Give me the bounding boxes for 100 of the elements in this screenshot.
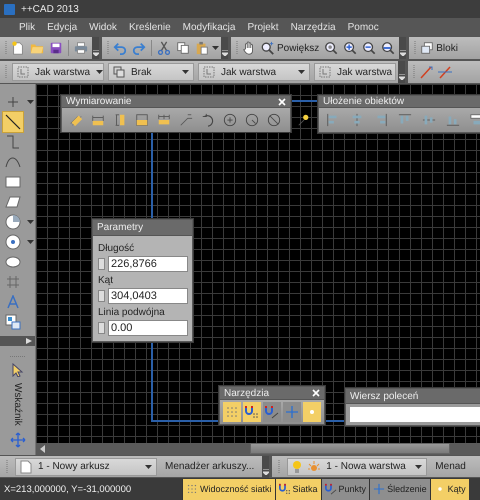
angles-toggle-button[interactable] xyxy=(303,402,321,422)
caret-icon xyxy=(400,50,406,56)
parallelogram-icon xyxy=(5,195,21,209)
copy-icon xyxy=(176,41,190,55)
layer-dropdown[interactable]: 1 - Nowa warstwa xyxy=(287,458,428,476)
line-tool-button[interactable] xyxy=(2,111,24,133)
caret-icon xyxy=(415,464,422,468)
snap-toggle-button[interactable] xyxy=(243,402,261,422)
drawing-area[interactable]: Wymiarowanie Ułożenie obiektów Parametry Długość 226,8766 Kąt 304,0403 Linia podwójna 0.00 Narzędzia Wiersz poleceń xyxy=(36,84,480,443)
dropdown-value: 1 - Nowy arkusz xyxy=(38,461,111,472)
scroll-thumb[interactable] xyxy=(250,443,450,454)
layer-icon xyxy=(319,66,331,78)
tracking-toggle-button[interactable] xyxy=(283,402,301,422)
menu-item[interactable]: Plik xyxy=(19,22,36,32)
grip-icon xyxy=(413,64,416,80)
caret-icon xyxy=(398,74,404,80)
menu-item[interactable]: Kreślenie xyxy=(128,22,171,32)
layer-manager-button[interactable]: Menad xyxy=(433,456,468,476)
overflow-button[interactable] xyxy=(221,37,228,59)
pointer-tab[interactable]: Wskaźnik xyxy=(12,383,23,426)
caret-icon xyxy=(145,464,152,468)
grip-icon xyxy=(414,40,418,56)
dot-grid-icon xyxy=(186,483,198,495)
blocks-icon xyxy=(420,41,434,55)
layer-icon xyxy=(203,66,215,78)
move-arrows-icon xyxy=(10,432,26,448)
menu-item[interactable]: Modyfikacja xyxy=(182,22,236,32)
zoom-out-icon xyxy=(362,41,376,55)
dropdown-field[interactable]: Jak warstwa xyxy=(314,63,396,81)
grip-icon xyxy=(236,40,239,56)
status-toggle[interactable]: Kąty xyxy=(430,478,469,500)
layer-icon xyxy=(17,66,29,78)
sheet-dropdown[interactable]: 1 - Nowy arkusz xyxy=(15,458,157,476)
menu-item[interactable]: Projekt xyxy=(247,22,279,32)
blocks-button[interactable]: Bloki xyxy=(418,38,460,58)
sheet-manager-button[interactable]: Menadżer arkuszy... xyxy=(163,456,256,476)
points-toggle-button[interactable] xyxy=(263,402,281,422)
panel-title: Wymiarowanie xyxy=(66,96,132,107)
menu-item[interactable]: Narzędzia xyxy=(290,22,336,32)
caret-icon xyxy=(92,50,98,56)
field-label: Linia podwójna xyxy=(98,307,166,318)
distribute-icon xyxy=(470,113,480,127)
magnifier-icon xyxy=(381,41,396,55)
grid-toggle-button[interactable] xyxy=(223,402,241,422)
stacked-squares-icon xyxy=(113,66,125,78)
grip-icon xyxy=(107,40,110,56)
left-arrow-icon xyxy=(40,445,45,453)
app-icon xyxy=(4,4,15,14)
checkbox[interactable] xyxy=(98,322,105,334)
grip-icon xyxy=(5,40,8,56)
leader-icon xyxy=(179,113,193,127)
dropdown-value: Jak warstwa xyxy=(337,66,392,78)
crosshair-icon xyxy=(6,95,20,109)
checkbox[interactable] xyxy=(98,258,105,270)
panel-title: Ułożenie obiektów xyxy=(323,96,404,107)
crosshair-icon xyxy=(285,405,299,419)
menu-item[interactable]: Widok xyxy=(89,22,117,32)
document-icon xyxy=(20,460,32,474)
status-toggle[interactable]: Siatka xyxy=(274,478,321,500)
letter-a-icon xyxy=(6,295,20,309)
grip-icon xyxy=(5,64,8,80)
panel-title: Narzędzia xyxy=(224,388,270,398)
chain-dimension-icon xyxy=(157,113,171,127)
overflow-button[interactable] xyxy=(398,61,405,83)
status-toggle[interactable]: Śledzenie xyxy=(369,478,430,500)
scissors-icon xyxy=(157,41,171,55)
overflow-button[interactable] xyxy=(92,37,99,59)
horizontal-scrollbar[interactable] xyxy=(36,443,480,455)
input-field[interactable]: 226,8766 xyxy=(108,256,188,272)
dropdown-value: Brak xyxy=(131,66,153,78)
align-middle-icon xyxy=(422,113,436,127)
circle-center-icon xyxy=(223,113,237,127)
magnet-grid-icon xyxy=(278,483,291,495)
light-bulb-icon xyxy=(292,460,302,474)
overflow-button[interactable] xyxy=(262,456,270,478)
clipboard-icon xyxy=(195,41,209,55)
line-icon xyxy=(4,113,22,131)
status-toggle[interactable]: Widoczność siatki xyxy=(182,478,275,500)
panel-title: Wiersz poleceń xyxy=(350,390,418,402)
redo-arrow-icon xyxy=(132,41,146,55)
menu-item[interactable]: Pomoc xyxy=(348,22,379,32)
pie-icon xyxy=(5,214,21,230)
input-field[interactable]: 0.00 xyxy=(108,320,188,336)
expand-icon xyxy=(26,338,32,344)
overflow-button[interactable] xyxy=(399,37,406,59)
status-toggle[interactable]: Punkty xyxy=(320,478,370,500)
zoom-in-icon xyxy=(343,41,358,55)
dropdown-field[interactable]: Jak warstwa xyxy=(12,63,104,81)
checkbox[interactable] xyxy=(98,290,105,302)
sun-icon xyxy=(308,460,320,472)
menu-item[interactable]: Edycja xyxy=(47,22,78,32)
caret-icon xyxy=(262,468,269,474)
horizontal-dimension-icon xyxy=(91,113,105,127)
dropdown-field[interactable]: Brak xyxy=(108,63,194,81)
dropdown-value: 1 - Nowa warstwa xyxy=(326,461,407,472)
command-input[interactable] xyxy=(350,407,480,422)
zoom-button[interactable]: Powiększ xyxy=(259,38,322,58)
undo-arrow-icon xyxy=(113,41,127,55)
input-field[interactable]: 304,0403 xyxy=(108,288,188,304)
dropdown-field[interactable]: Jak warstwa xyxy=(198,63,310,81)
